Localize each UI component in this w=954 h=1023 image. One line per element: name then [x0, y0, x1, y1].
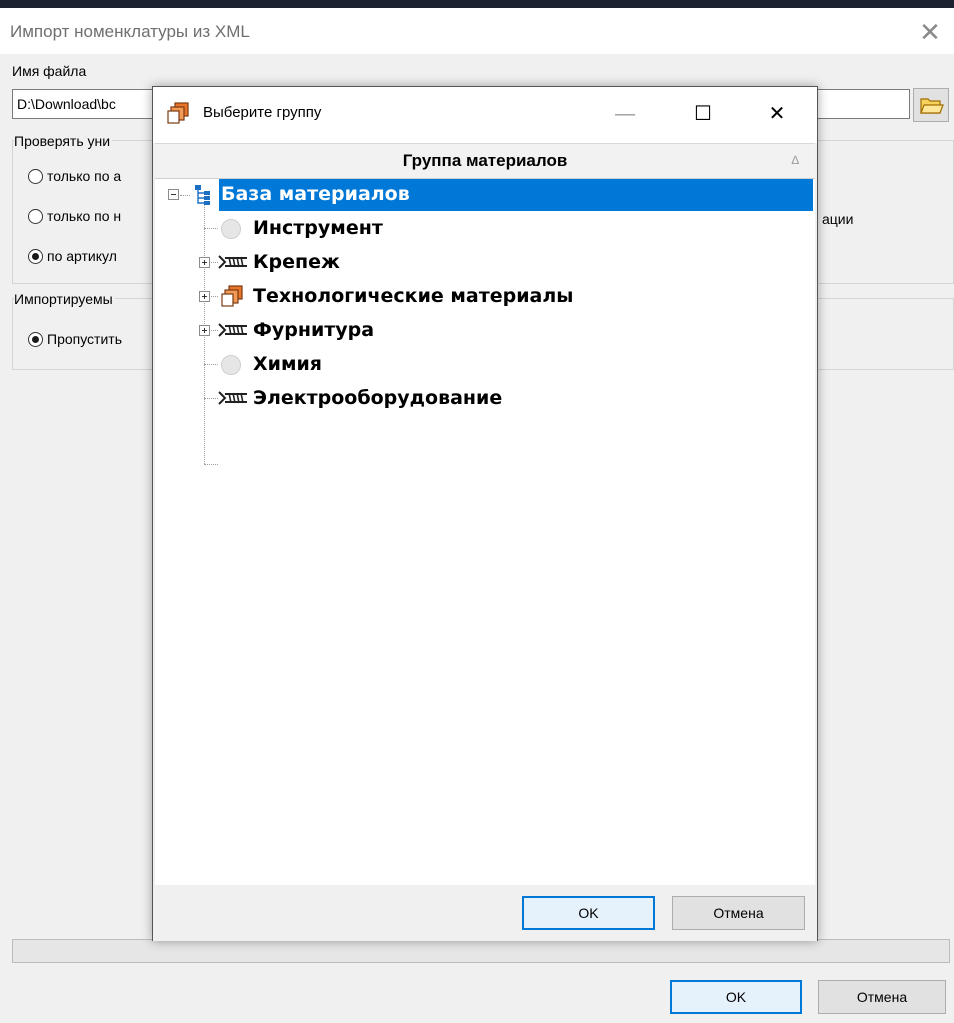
stack-icon: [167, 102, 189, 124]
skip-option-label: Пропустить: [47, 331, 122, 347]
tree-connector: [204, 364, 218, 365]
main-window-title: Импорт номенклатуры из XML: [10, 22, 250, 41]
progress-bar: [12, 939, 950, 963]
tree-connector: [204, 464, 218, 465]
tree-item-tech-materials[interactable]: Технологические материалы: [253, 285, 573, 307]
close-icon[interactable]: ✕: [759, 97, 795, 131]
radio-option-2[interactable]: только по н: [28, 208, 121, 224]
expand-toggle-icon[interactable]: [199, 325, 210, 336]
dialog-cancel-button[interactable]: Отмена: [672, 896, 805, 930]
tree-item-label: База материалов: [221, 183, 410, 205]
tree-connector: [204, 228, 218, 229]
radio-option-label: по артикул: [47, 248, 117, 264]
folder-icon: [920, 98, 944, 114]
tree-item-hardware[interactable]: Фурнитура: [253, 319, 374, 341]
column-header[interactable]: Группа материалов ∆: [155, 144, 815, 179]
maximize-icon[interactable]: ☐: [685, 97, 721, 131]
radio-button-checked[interactable]: [28, 331, 43, 347]
dialog-titlebar: Выберите группу — ☐ ✕: [153, 87, 817, 143]
group-tree[interactable]: Группа материалов ∆ База материалов Инст…: [155, 143, 815, 886]
window-top-edge: [0, 0, 954, 8]
select-group-dialog: Выберите группу — ☐ ✕ Группа материалов …: [152, 86, 818, 941]
column-header-label: Группа материалов: [402, 151, 568, 170]
browse-button[interactable]: [913, 88, 949, 122]
imported-group-label: Импортируемы: [14, 291, 115, 307]
fastener-icon: [218, 255, 247, 269]
radio-button[interactable]: [28, 208, 43, 224]
stack-icon: [221, 285, 243, 307]
sort-indicator-icon: ∆: [791, 153, 799, 167]
tree-item-electrical[interactable]: Электрооборудование: [253, 387, 502, 409]
circle-icon: [221, 355, 241, 375]
fastener-icon: [218, 323, 247, 337]
expand-toggle-icon[interactable]: [199, 291, 210, 302]
circle-icon: [221, 219, 241, 239]
tree-item-fasteners[interactable]: Крепеж: [253, 251, 340, 273]
tree-connector: [204, 398, 218, 399]
filename-label: Имя файла: [12, 63, 87, 79]
minimize-icon[interactable]: —: [607, 97, 643, 131]
tree-item-instrument[interactable]: Инструмент: [253, 217, 383, 239]
dialog-footer: OK Отмена: [153, 885, 817, 941]
radio-option-3[interactable]: по артикул: [28, 248, 117, 264]
radio-option-label: только по н: [47, 208, 122, 224]
main-close-icon[interactable]: ✕: [914, 16, 946, 48]
main-titlebar: Импорт номенклатуры из XML ✕: [0, 8, 954, 54]
option-text-fragment: ации: [822, 211, 854, 227]
main-cancel-button[interactable]: Отмена: [818, 980, 946, 1014]
skip-option[interactable]: Пропустить: [28, 331, 122, 347]
tree-item-chemistry[interactable]: Химия: [253, 353, 322, 375]
main-ok-button[interactable]: OK: [670, 980, 802, 1014]
radio-option-label: только по а: [47, 168, 122, 184]
dialog-ok-button[interactable]: OK: [522, 896, 655, 930]
tree-item-root[interactable]: База материалов: [219, 179, 813, 211]
radio-button-checked[interactable]: [28, 248, 43, 264]
hierarchy-icon: [195, 185, 210, 205]
check-unique-label: Проверять уни: [14, 133, 113, 149]
expand-toggle-icon[interactable]: [199, 257, 210, 268]
fastener-icon: [218, 391, 247, 405]
dialog-title: Выберите группу: [203, 104, 322, 121]
tree-connector: [180, 195, 190, 196]
radio-option-1[interactable]: только по а: [28, 168, 121, 184]
collapse-toggle-icon[interactable]: [168, 189, 179, 200]
radio-button[interactable]: [28, 168, 43, 184]
